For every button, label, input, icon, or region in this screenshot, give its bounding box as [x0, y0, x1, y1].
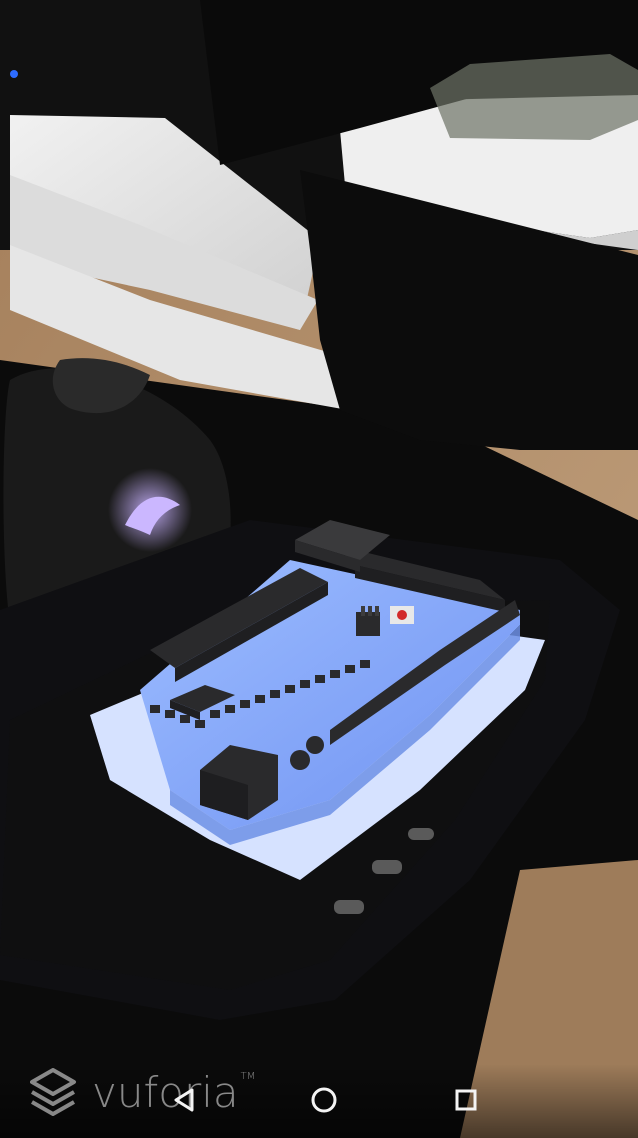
nav-back-button[interactable] [164, 1080, 204, 1120]
vuforia-tm: TM [240, 1071, 256, 1082]
back-triangle-icon [174, 1088, 194, 1112]
nav-home-button[interactable] [304, 1080, 344, 1120]
camera-scene [0, 0, 638, 1138]
recents-square-icon [455, 1089, 477, 1111]
vuforia-watermark: vuforia TM [26, 1062, 255, 1124]
vuforia-logo-icon [30, 1068, 76, 1116]
home-circle-icon [311, 1087, 337, 1113]
nav-recents-button[interactable] [446, 1080, 486, 1120]
device-led [10, 70, 18, 78]
